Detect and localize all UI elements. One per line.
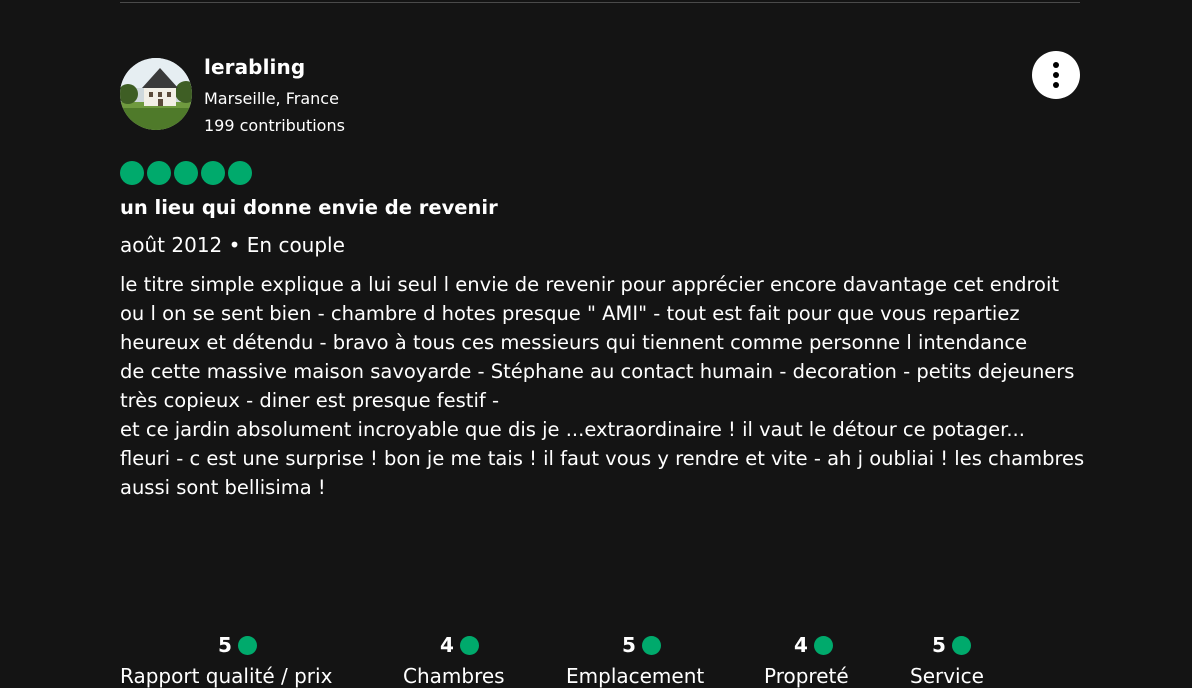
rating-bubble-icon: [237, 635, 257, 655]
review-body-line: de cette massive maison savoyarde - Stép…: [120, 360, 1075, 412]
subrating-label: Rapport qualité / prix: [120, 664, 333, 688]
review-body-line: heureux et détendu - bravo à tous ces me…: [120, 331, 1028, 354]
subrating-label: Emplacement: [566, 664, 705, 688]
subrating-score: 4: [794, 633, 808, 657]
subrating-rooms: 4 Chambres: [403, 633, 523, 688]
subrating-value: 5 Rapport qualité / prix: [120, 633, 360, 688]
review-title[interactable]: un lieu qui donne envie de revenir: [120, 196, 498, 219]
rating-bubble-icon: [120, 161, 144, 185]
rating-bubble-icon: [951, 635, 971, 655]
more-vertical-icon: [1053, 62, 1059, 88]
review-body-line: fleuri - c est une surprise ! bon je me …: [120, 447, 1085, 470]
rating-bubble-icon: [147, 161, 171, 185]
review-meta: août 2012 • En couple: [120, 233, 345, 257]
rating-bubble-icon: [813, 635, 833, 655]
rating-bubble-icon: [228, 161, 252, 185]
review-body-line: et ce jardin absolument incroyable que d…: [120, 418, 1025, 441]
subrating-label: Chambres: [403, 664, 505, 688]
subrating-service: 5 Service: [910, 633, 1010, 688]
subrating-cleanliness: 4 Propreté: [764, 633, 874, 688]
reviewer-contributions: 199 contributions: [204, 116, 345, 135]
subrating-score: 5: [622, 633, 636, 657]
subrating-location: 5 Emplacement: [566, 633, 726, 688]
subrating-score: 4: [440, 633, 454, 657]
more-options-button[interactable]: [1032, 51, 1080, 99]
rating-bubble-icon: [201, 161, 225, 185]
review-body-line: aussi sont bellisima !: [120, 476, 326, 499]
subrating-label: Propreté: [764, 664, 849, 688]
subrating-score: 5: [932, 633, 946, 657]
subrating-score: 5: [218, 633, 232, 657]
review-rating: [120, 161, 252, 185]
avatar[interactable]: [120, 58, 192, 130]
subrating-label: Service: [910, 664, 984, 688]
rating-bubble-icon: [459, 635, 479, 655]
review-body-line: le titre simple explique a lui seul l en…: [120, 273, 1060, 325]
rating-bubble-icon: [174, 161, 198, 185]
reviewer-name[interactable]: lerabling: [204, 55, 305, 79]
reviewer-location: Marseille, France: [204, 89, 339, 108]
review-body: le titre simple explique a lui seul l en…: [120, 270, 1085, 502]
rating-bubble-icon: [641, 635, 661, 655]
top-divider: [120, 2, 1080, 3]
